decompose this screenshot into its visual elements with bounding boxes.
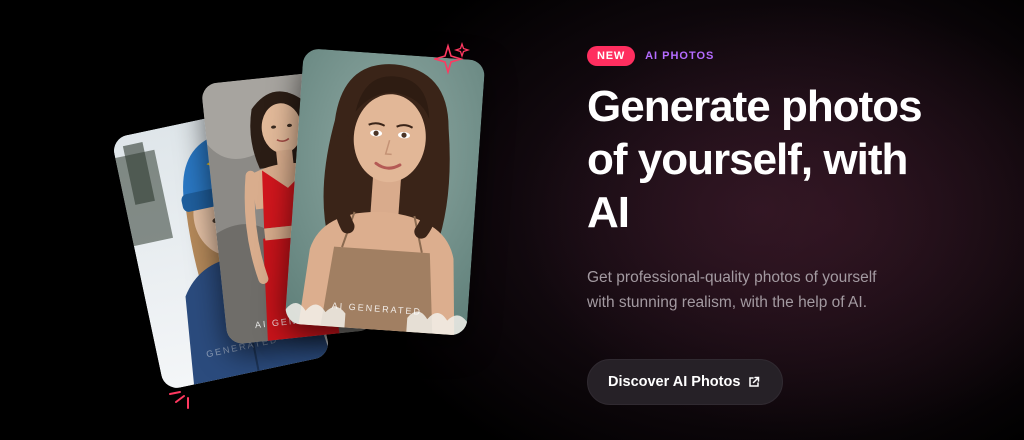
eyebrow-label: AI PHOTOS bbox=[645, 50, 715, 62]
hero-subtitle: Get professional-quality photos of yours… bbox=[587, 269, 877, 311]
sparkle-icon bbox=[434, 42, 470, 75]
accent-lines-icon bbox=[169, 391, 189, 409]
ai-photos-banner: GENERATED AI GENERATED bbox=[0, 0, 1024, 440]
cta-label: Discover AI Photos bbox=[608, 374, 741, 390]
label-row: NEW AI PHOTOS bbox=[587, 46, 714, 66]
new-badge: NEW bbox=[587, 46, 636, 66]
photo-card-portrait: AI GENERATED bbox=[284, 47, 486, 337]
hero-title: Generate photos of yourself, with AI bbox=[587, 82, 923, 237]
portrait-photo bbox=[284, 47, 486, 337]
discover-ai-photos-button[interactable]: Discover AI Photos bbox=[587, 359, 784, 405]
external-link-icon bbox=[749, 376, 760, 387]
